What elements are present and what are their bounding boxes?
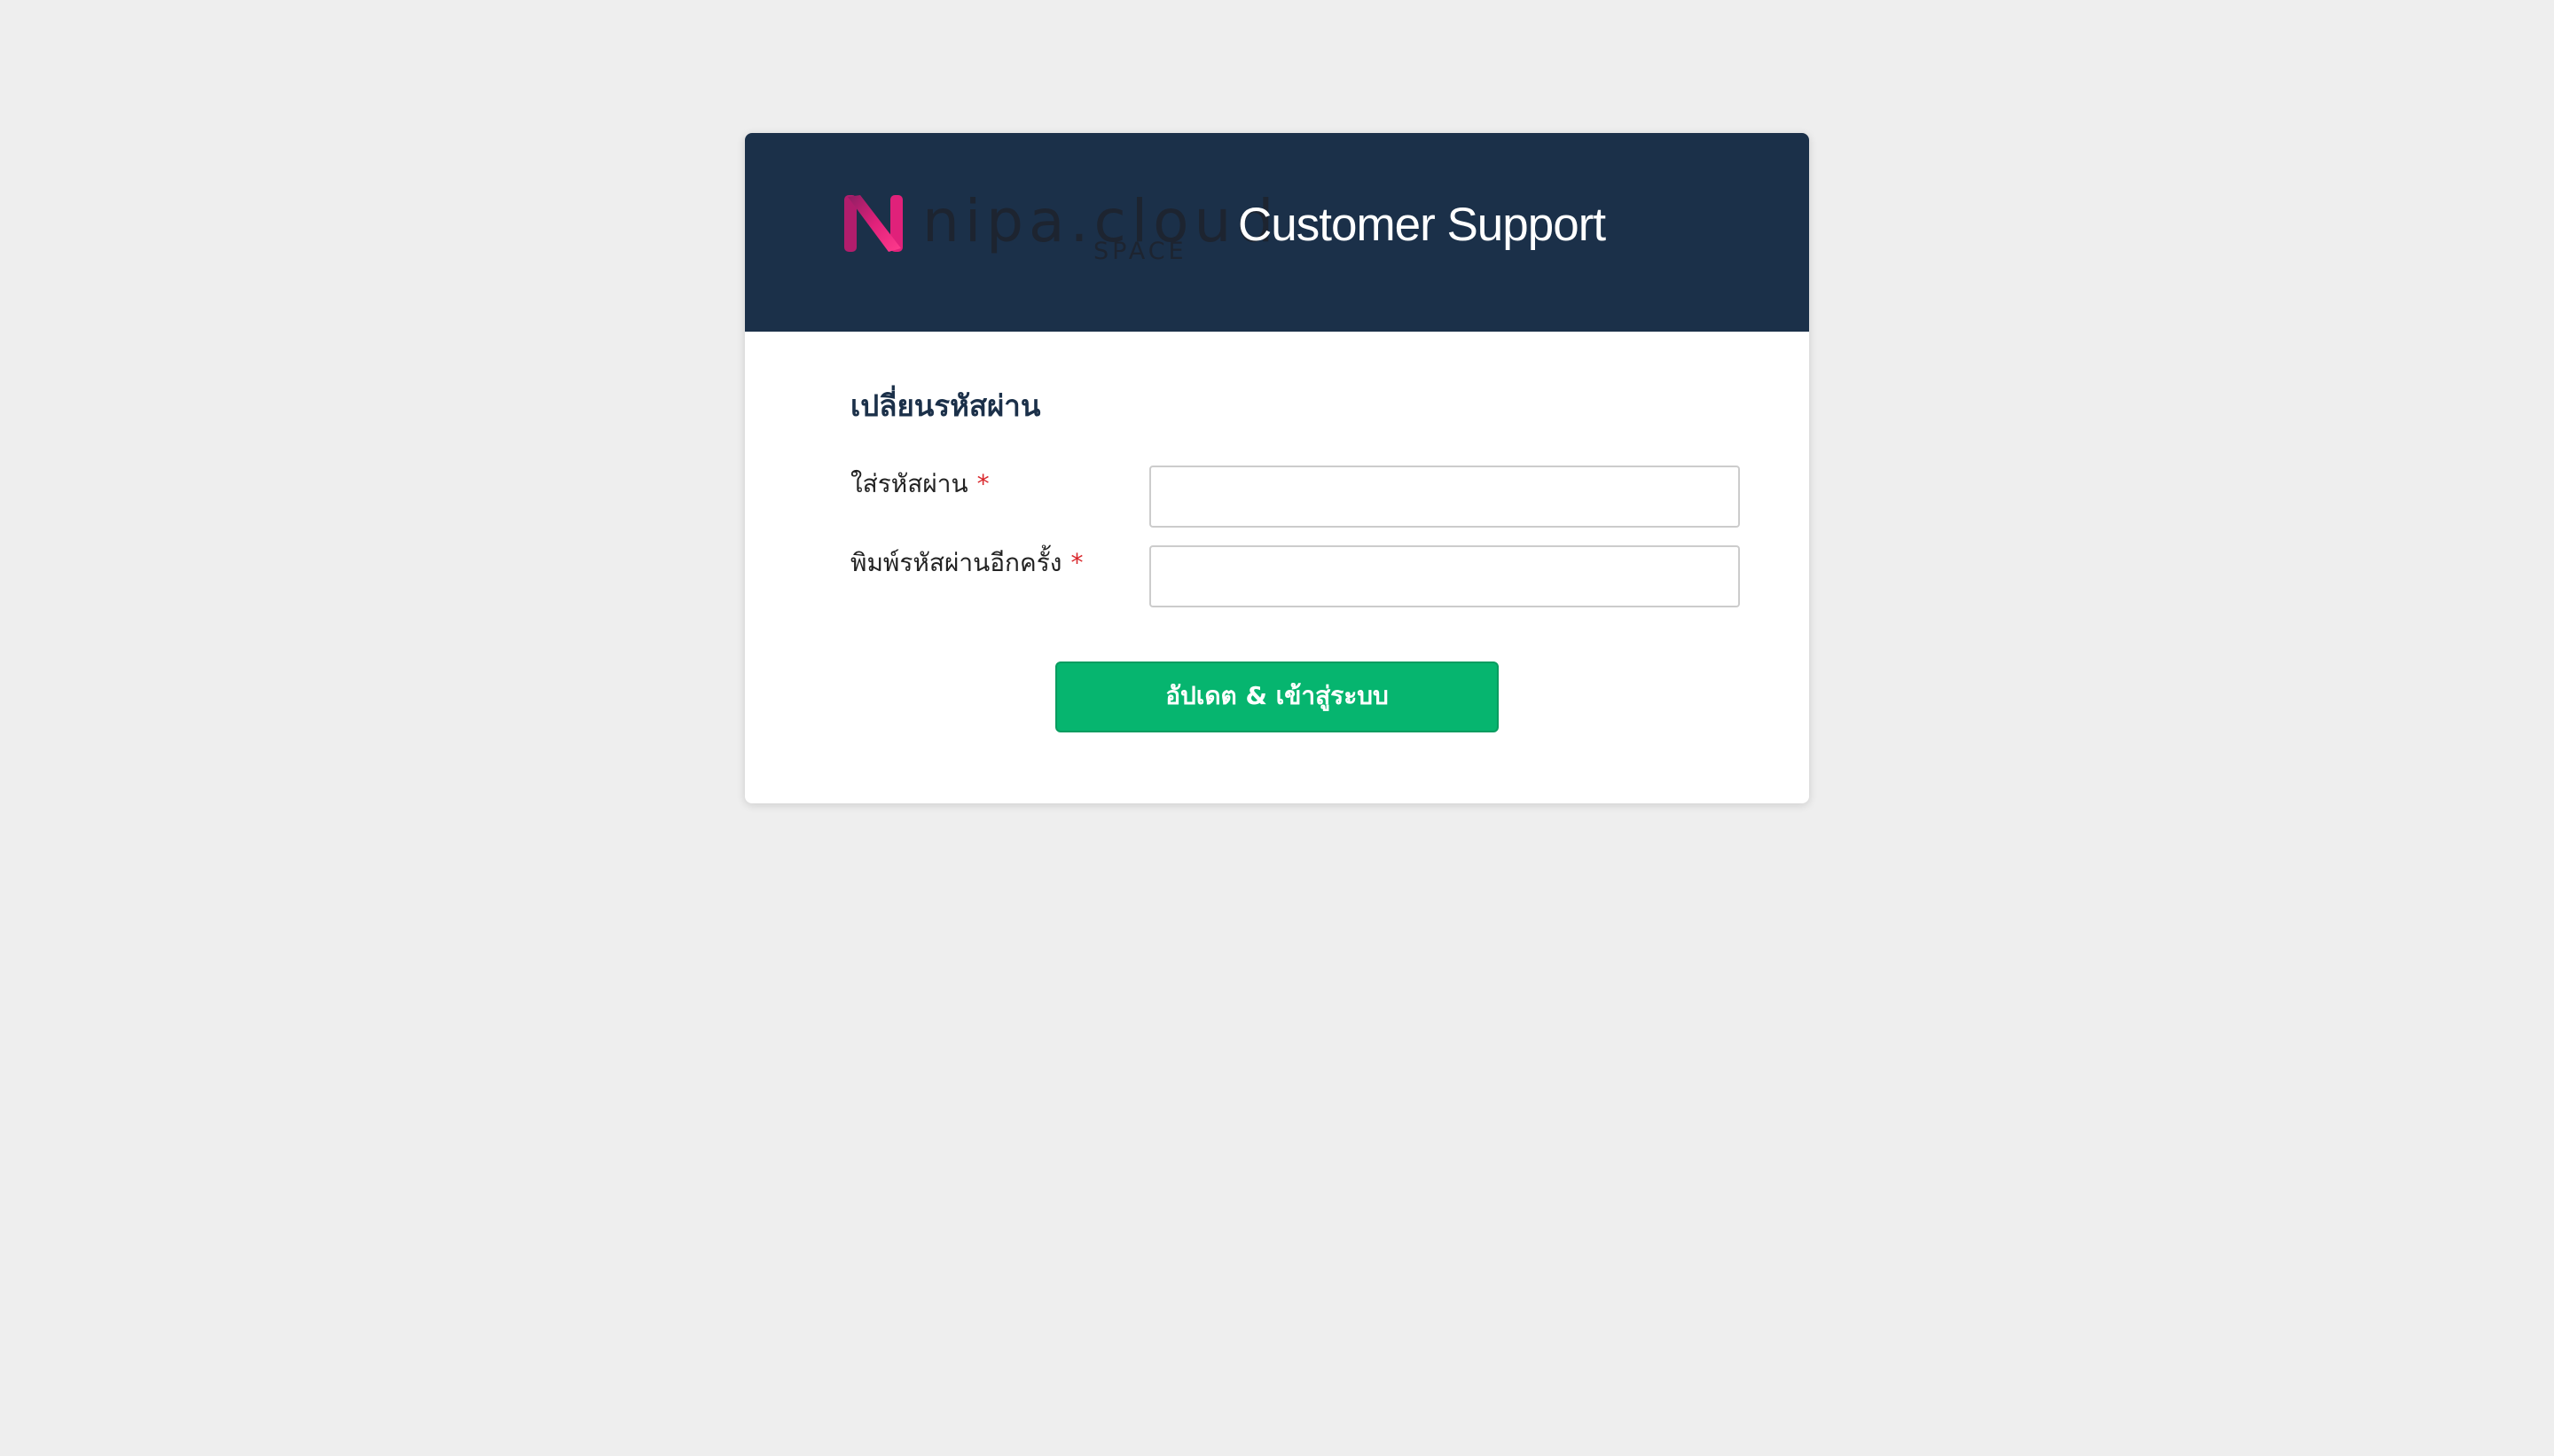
- form-title: เปลี่ยนรหัสผ่าน: [850, 388, 1041, 423]
- logo-subtext: SPACE: [1093, 238, 1187, 265]
- password-label: ใส่รหัสผ่าน *: [850, 466, 990, 502]
- required-mark: *: [1070, 548, 1084, 577]
- confirm-password-label: พิมพ์รหัสผ่านอีกครั้ง *: [850, 545, 1083, 581]
- nipa-cloud-logo: nipa.cloud SPACE: [842, 187, 1273, 270]
- password-label-text: ใส่รหัสผ่าน: [850, 469, 968, 498]
- required-mark: *: [976, 469, 990, 498]
- confirm-password-label-text: พิมพ์รหัสผ่านอีกครั้ง: [850, 548, 1062, 577]
- change-password-card: nipa.cloud SPACE Customer Support เปลี่ย…: [745, 133, 1809, 803]
- card-header: nipa.cloud SPACE Customer Support: [745, 133, 1809, 332]
- confirm-password-input[interactable]: [1149, 545, 1740, 607]
- password-input[interactable]: [1149, 466, 1740, 528]
- update-and-login-button[interactable]: อัปเดต & เข้าสู่ระบบ: [1055, 661, 1499, 732]
- header-title: Customer Support: [1238, 199, 1606, 251]
- nipa-n-logo-icon: [844, 195, 903, 252]
